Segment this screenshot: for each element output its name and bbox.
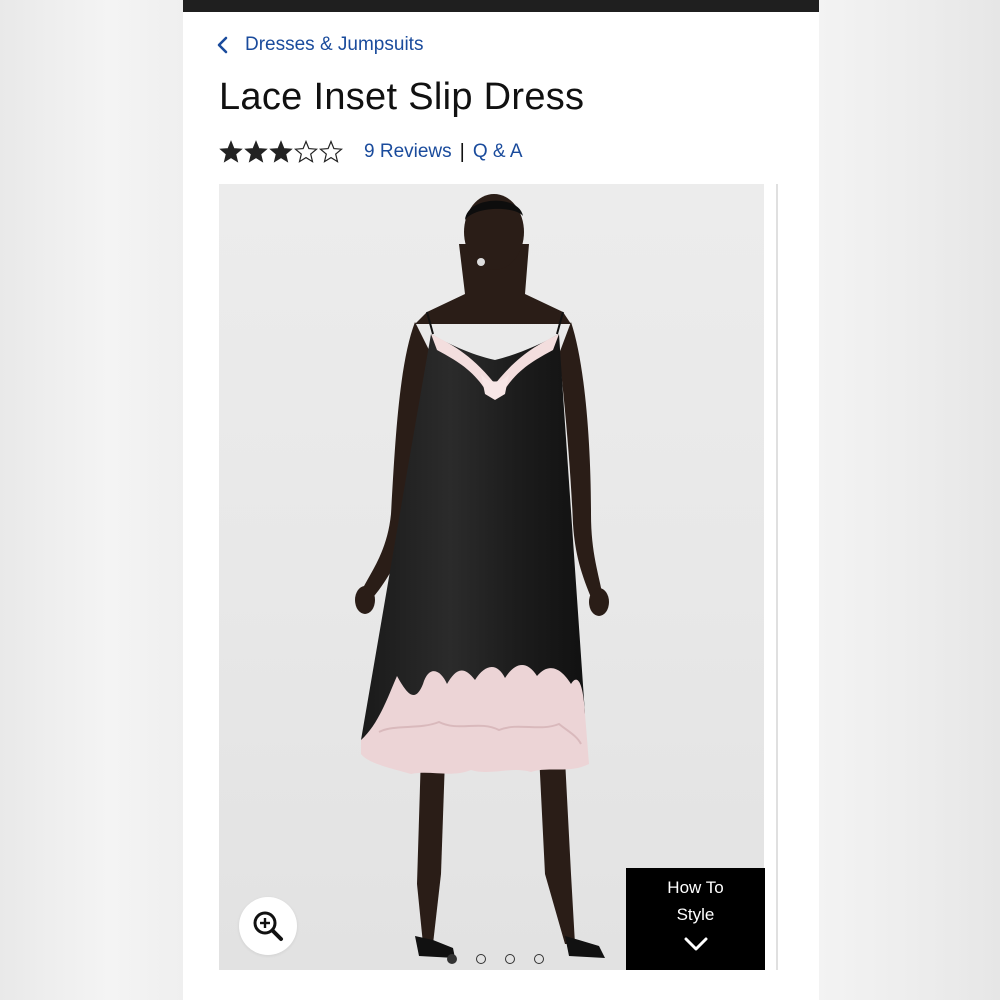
right-background <box>819 0 1000 1000</box>
separator: | <box>459 140 465 163</box>
how-to-style-line1: How To <box>667 878 724 897</box>
product-page: Dresses & Jumpsuits Lace Inset Slip Dres… <box>183 0 819 1000</box>
product-image[interactable] <box>219 184 764 970</box>
star-filled-icon <box>219 140 243 163</box>
breadcrumb[interactable]: Dresses & Jumpsuits <box>215 34 423 56</box>
carousel-dot[interactable] <box>505 954 515 964</box>
star-filled-icon <box>244 140 268 163</box>
left-background <box>0 0 183 1000</box>
qa-link[interactable]: Q & A <box>473 141 523 163</box>
chevron-down-icon <box>684 937 708 951</box>
rating-row: 9 Reviews | Q & A <box>219 138 523 166</box>
zoom-button[interactable] <box>239 897 297 955</box>
star-empty-icon <box>294 140 318 163</box>
reviews-link[interactable]: 9 Reviews <box>364 141 452 163</box>
zoom-in-icon <box>253 911 283 941</box>
breadcrumb-label[interactable]: Dresses & Jumpsuits <box>245 34 423 56</box>
next-image-edge <box>776 184 778 970</box>
carousel-indicator <box>447 954 563 964</box>
chevron-left-icon <box>217 36 228 54</box>
carousel-dot[interactable] <box>447 954 457 964</box>
how-to-style-button[interactable]: How To Style <box>626 868 765 970</box>
star-empty-icon <box>319 140 343 163</box>
star-rating[interactable] <box>219 140 344 164</box>
model-illustration <box>355 194 609 958</box>
carousel-dot[interactable] <box>534 954 544 964</box>
carousel-dot[interactable] <box>476 954 486 964</box>
star-filled-icon <box>269 140 293 163</box>
product-title: Lace Inset Slip Dress <box>219 76 585 118</box>
status-bar <box>183 0 819 12</box>
how-to-style-line2: Style <box>676 905 715 924</box>
